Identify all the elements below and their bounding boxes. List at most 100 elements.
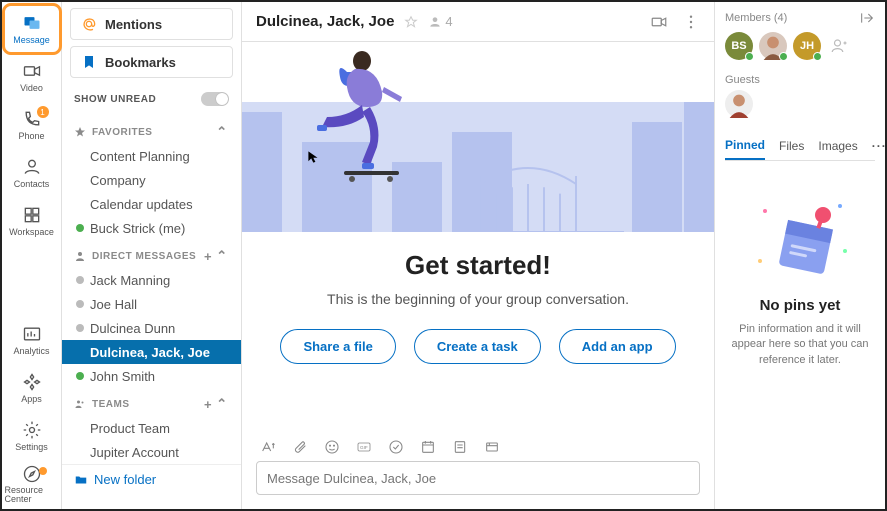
add-member-icon[interactable] <box>827 34 851 58</box>
bookmarks-tab[interactable]: Bookmarks <box>70 46 233 78</box>
gear-icon <box>22 420 42 440</box>
bookmark-icon <box>81 54 97 70</box>
note-icon[interactable] <box>452 439 468 455</box>
direct-head[interactable]: DIRECT MESSAGES + ⌃ <box>62 240 241 268</box>
member-tabs: Pinned Files Images ··· <box>725 138 875 161</box>
star-icon <box>74 126 86 138</box>
attach-icon[interactable] <box>292 439 308 455</box>
event-icon[interactable] <box>420 439 436 455</box>
presence-dot <box>76 276 84 284</box>
star-outline-icon[interactable] <box>404 15 418 29</box>
conversation-pane: Dulcinea, Jack, Joe 4 <box>242 2 715 509</box>
add-app-button[interactable]: Add an app <box>559 329 676 364</box>
tab-more-icon[interactable]: ··· <box>872 139 887 159</box>
new-folder[interactable]: New folder <box>62 464 241 494</box>
add-icon[interactable]: + <box>201 249 215 264</box>
create-task-button[interactable]: Create a task <box>414 329 541 364</box>
people-icon <box>74 398 86 410</box>
mentions-tab[interactable]: Mentions <box>70 8 233 40</box>
sidebar-item[interactable]: Product Team <box>62 416 241 440</box>
analytics-icon <box>22 324 42 344</box>
avatar[interactable]: BS <box>725 32 753 60</box>
emoji-icon[interactable] <box>324 439 340 455</box>
composer-input[interactable] <box>256 461 700 495</box>
hero-illustration <box>242 42 714 232</box>
task-icon[interactable] <box>388 439 404 455</box>
onboarding: Get started! This is the beginning of yo… <box>242 232 714 429</box>
compass-icon <box>22 464 42 484</box>
snippet-icon[interactable] <box>484 439 500 455</box>
rail-label: Settings <box>15 442 48 452</box>
sidebar-item-active[interactable]: Dulcinea, Jack, Joe <box>62 340 241 364</box>
tab-files[interactable]: Files <box>779 139 804 159</box>
rail-contacts[interactable]: Contacts <box>5 150 59 196</box>
sidebar-item[interactable]: Dulcinea Dunn <box>62 316 241 340</box>
section-title: TEAMS <box>92 399 130 410</box>
label: Joe Hall <box>90 297 137 312</box>
cursor-icon <box>307 150 321 164</box>
chevron-up-icon[interactable]: ⌃ <box>215 248 229 264</box>
nav-rail: Message Video 1 Phone Contacts Workspace… <box>2 2 62 509</box>
rail-label: Analytics <box>13 346 49 356</box>
teams-head[interactable]: TEAMS + ⌃ <box>62 388 241 416</box>
pins-empty-state: No pins yet Pin information and it will … <box>725 161 875 501</box>
phone-badge: 1 <box>37 106 49 118</box>
label: Jupiter Account <box>90 445 179 460</box>
rail-label: Resource Center <box>5 486 59 504</box>
presence-dot <box>76 300 84 308</box>
sidebar-item[interactable]: Jupiter Account <box>62 440 241 464</box>
sidebar-item[interactable]: Calendar updates <box>62 192 241 216</box>
members-title: Members (4) <box>725 12 787 24</box>
label: Dulcinea, Jack, Joe <box>90 345 210 360</box>
skater-illustration <box>292 47 412 187</box>
rail-label: Apps <box>21 394 42 404</box>
rail-apps[interactable]: Apps <box>5 365 59 411</box>
chevron-up-icon[interactable]: ⌃ <box>215 396 229 412</box>
rail-analytics[interactable]: Analytics <box>5 317 59 363</box>
chevron-up-icon[interactable]: ⌃ <box>215 124 229 140</box>
rail-phone[interactable]: 1 Phone <box>5 102 59 148</box>
gif-icon[interactable]: GIF <box>356 439 372 455</box>
show-unread-row: SHOW UNREAD <box>62 82 241 116</box>
sidebar: Mentions Bookmarks SHOW UNREAD FAVORITES… <box>62 2 242 509</box>
tab-pinned[interactable]: Pinned <box>725 138 765 160</box>
pin-illustration <box>745 191 855 291</box>
pins-empty-text: Pin information and it will appear here … <box>725 322 875 368</box>
rail-message[interactable]: Message <box>5 6 59 52</box>
presence-dot <box>76 224 84 232</box>
workspace-icon <box>22 205 42 225</box>
members-icon[interactable] <box>428 15 442 29</box>
member-count: 4 <box>445 14 452 29</box>
sidebar-item[interactable]: Buck Strick (me) <box>62 216 241 240</box>
show-unread-toggle[interactable] <box>201 92 229 106</box>
rail-settings[interactable]: Settings <box>5 413 59 459</box>
presence-dot <box>76 324 84 332</box>
sidebar-item[interactable]: Company <box>62 168 241 192</box>
guests-label: Guests <box>725 74 875 86</box>
more-icon[interactable] <box>682 13 700 31</box>
sidebar-item[interactable]: John Smith <box>62 364 241 388</box>
sidebar-item[interactable]: Content Planning <box>62 144 241 168</box>
video-icon <box>22 61 42 81</box>
add-icon[interactable]: + <box>201 397 215 412</box>
video-call-icon[interactable] <box>650 13 668 31</box>
avatar[interactable] <box>759 32 787 60</box>
rail-workspace[interactable]: Workspace <box>5 198 59 244</box>
label: Mentions <box>105 17 162 32</box>
collapse-icon[interactable] <box>859 10 875 26</box>
section-title: FAVORITES <box>92 127 152 138</box>
favorites-head[interactable]: FAVORITES ⌃ <box>62 116 241 144</box>
rail-label: Workspace <box>9 227 54 237</box>
guest-avatar[interactable] <box>725 90 753 118</box>
sidebar-item[interactable]: Jack Manning <box>62 268 241 292</box>
rail-video[interactable]: Video <box>5 54 59 100</box>
share-file-button[interactable]: Share a file <box>280 329 395 364</box>
rail-resource-center[interactable]: Resource Center <box>5 461 59 507</box>
label: Calendar updates <box>90 197 193 212</box>
tab-images[interactable]: Images <box>818 139 857 159</box>
format-icon[interactable] <box>260 439 276 455</box>
sidebar-item[interactable]: Joe Hall <box>62 292 241 316</box>
contacts-icon <box>22 157 42 177</box>
message-icon <box>22 13 42 33</box>
avatar[interactable]: JH <box>793 32 821 60</box>
